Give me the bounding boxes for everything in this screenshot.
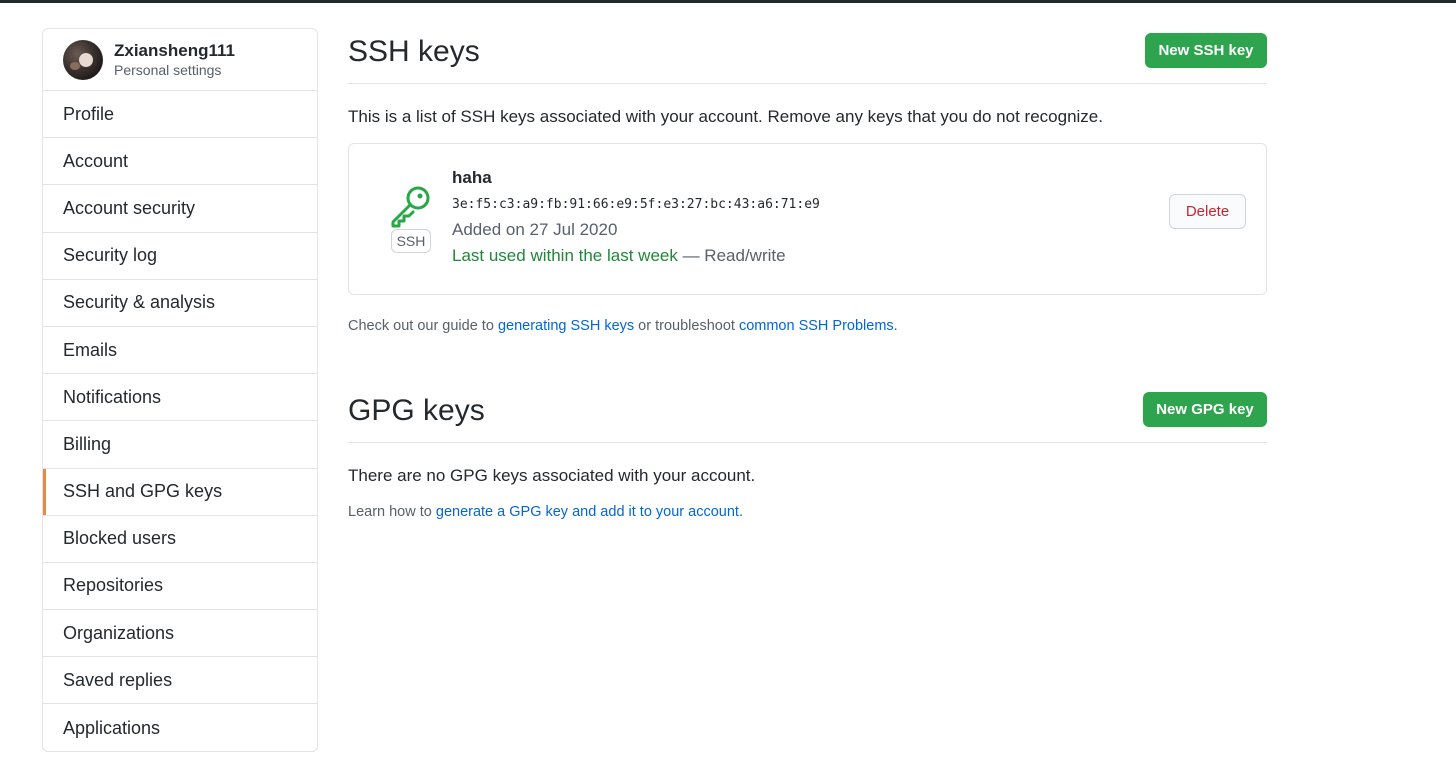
gpg-learn-prefix: Learn how to: [348, 504, 436, 520]
sidebar-item-profile[interactable]: Profile: [43, 91, 317, 139]
ssh-badge: SSH: [391, 229, 431, 253]
gpg-keys-title: GPG keys: [348, 394, 485, 427]
sidebar-item-notifications[interactable]: Notifications: [43, 374, 317, 422]
delete-ssh-key-button[interactable]: Delete: [1169, 194, 1246, 229]
user-header: Zxiansheng111 Personal settings: [43, 29, 317, 91]
ssh-keys-title: SSH keys: [348, 35, 480, 68]
settings-sidebar: Zxiansheng111 Personal settings Profile …: [42, 28, 318, 752]
generating-ssh-keys-link[interactable]: generating SSH keys: [498, 318, 634, 334]
ssh-guide-middle: or troubleshoot: [634, 318, 739, 334]
sidebar-item-saved-replies[interactable]: Saved replies: [43, 657, 317, 705]
user-meta: Zxiansheng111 Personal settings: [114, 41, 235, 79]
ssh-keys-header: SSH keys New SSH key: [348, 28, 1267, 84]
gpg-learn-suffix: .: [738, 504, 743, 520]
top-header-bar: [0, 0, 1456, 3]
common-ssh-problems-link[interactable]: common SSH Problems: [739, 318, 894, 334]
new-gpg-key-button[interactable]: New GPG key: [1143, 392, 1267, 427]
ssh-guide-prefix: Check out our guide to: [348, 318, 498, 334]
new-ssh-key-button[interactable]: New SSH key: [1145, 33, 1267, 68]
sidebar-item-repositories[interactable]: Repositories: [43, 563, 317, 611]
username[interactable]: Zxiansheng111: [114, 41, 235, 61]
generate-gpg-key-link[interactable]: generate a GPG key and add it to your ac…: [436, 504, 739, 520]
gpg-empty-message: There are no GPG keys associated with yo…: [348, 466, 756, 485]
gpg-learn-text: Learn how to generate a GPG key and add …: [348, 504, 743, 520]
ssh-key-fingerprint: 3e:f5:c3:a9:fb:91:66:e9:5f:e3:27:bc:43:a…: [452, 197, 820, 212]
personal-settings-label: Personal settings: [114, 61, 222, 78]
sidebar-item-ssh-gpg-keys[interactable]: SSH and GPG keys: [43, 468, 317, 516]
gpg-keys-header: GPG keys New GPG key: [348, 387, 1267, 443]
key-icon: [391, 186, 430, 228]
sidebar-item-security-analysis[interactable]: Security & analysis: [43, 280, 317, 327]
ssh-guide-suffix: .: [893, 318, 898, 334]
ssh-key-item: SSH haha 3e:f5:c3:a9:fb:91:66:e9:5f:e3:2…: [348, 143, 1267, 295]
ssh-key-usage: Last used within the last week — Read/wr…: [452, 246, 786, 266]
sidebar-item-blocked-users[interactable]: Blocked users: [43, 516, 317, 563]
sidebar-item-security-log[interactable]: Security log: [43, 233, 317, 280]
sidebar-item-emails[interactable]: Emails: [43, 327, 317, 375]
ssh-key-access: — Read/write: [677, 246, 786, 265]
main-content: SSH keys New SSH key This is a list of S…: [348, 28, 1267, 520]
ssh-key-title: haha: [452, 168, 492, 187]
ssh-key-last-used: Last used within the last week: [452, 246, 678, 265]
sidebar-item-billing[interactable]: Billing: [43, 421, 317, 469]
ssh-keys-description: This is a list of SSH keys associated wi…: [348, 107, 1103, 126]
sidebar-item-account-security[interactable]: Account security: [43, 185, 317, 233]
ssh-key-added-date: Added on 27 Jul 2020: [452, 220, 618, 239]
avatar[interactable]: [63, 39, 103, 80]
sidebar-item-applications[interactable]: Applications: [43, 704, 317, 751]
sidebar-item-organizations[interactable]: Organizations: [43, 610, 317, 658]
sidebar-item-account[interactable]: Account: [43, 138, 317, 186]
ssh-guide-text: Check out our guide to generating SSH ke…: [348, 318, 898, 334]
